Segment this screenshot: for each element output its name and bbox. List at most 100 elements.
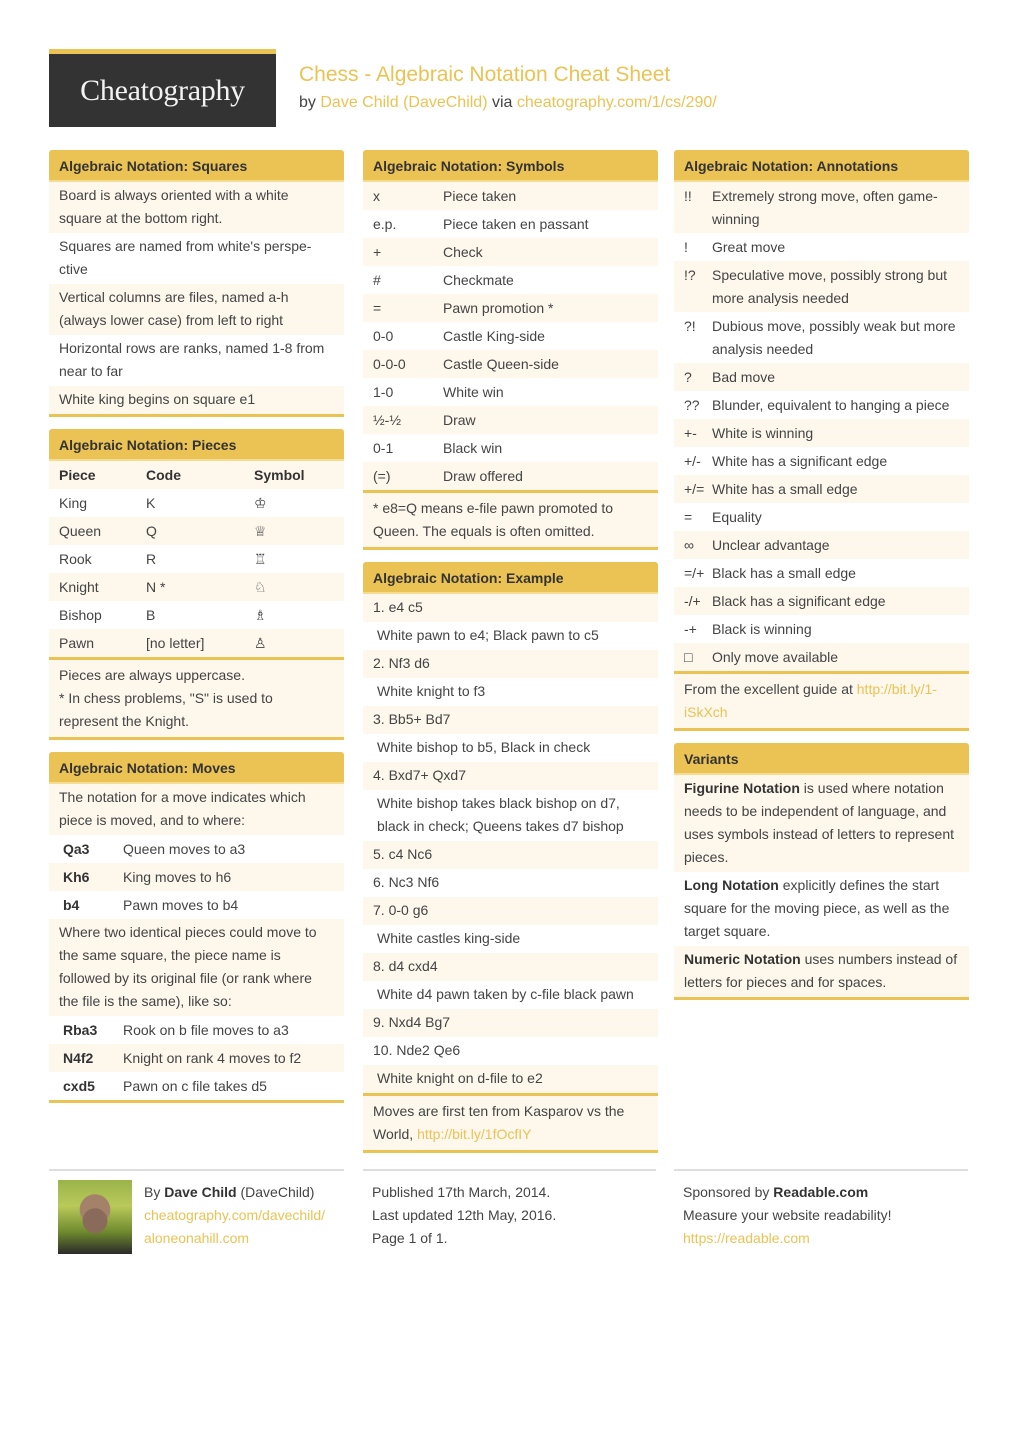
example-desc: White castles king-side — [363, 925, 658, 953]
table-row: ½-½ Draw — [363, 406, 658, 434]
table-row: (=) Draw offered — [363, 462, 658, 490]
move-desc: Queen moves to a3 — [123, 841, 246, 857]
annotation-meaning: Dubious move, possibly weak but more ana… — [712, 318, 956, 357]
annotation-meaning: Equality — [712, 509, 762, 525]
author-profile-link[interactable]: cheatography.com/davechild/ — [144, 1204, 325, 1227]
symbol-meaning: Draw — [443, 412, 476, 428]
table-row: King K ♔ — [49, 489, 344, 517]
table-row: x Piece taken — [363, 182, 658, 210]
piece-code: N * — [146, 579, 166, 595]
pieces-note: Pieces are always uppercase. * In chess … — [49, 657, 344, 737]
example-desc: White knight to f3 — [363, 678, 658, 706]
piece-code: Q — [146, 523, 157, 539]
symbol-meaning: Piece taken — [443, 188, 517, 204]
table-row: e.p. Piece taken en passant — [363, 210, 658, 238]
symbol-meaning: Pawn promotion * — [443, 300, 554, 316]
table-header: Piece Code Symbol — [49, 461, 344, 489]
table-row: □ Only move available — [674, 643, 969, 671]
example-move: 4. Bxd7+ Qxd7 — [363, 762, 658, 790]
annotation-symbol: +- — [684, 425, 697, 441]
square-icon: □ — [684, 649, 693, 665]
annotation-symbol: ?! — [684, 318, 696, 334]
move-code: Qa3 — [63, 841, 90, 857]
example-desc: White bishop to b5, Black in check — [363, 734, 658, 762]
kasparov-link[interactable]: http://bit.ly/1fOcfIY — [417, 1126, 531, 1142]
table-row: N4f2 Knight on rank 4 moves to f2 — [49, 1044, 344, 1072]
rook-icon: ♖ — [254, 551, 267, 567]
table-row: 1-0 White win — [363, 378, 658, 406]
annotation-symbol: =/+ — [684, 565, 705, 581]
moves-middle: Where two identical pieces could move to… — [49, 919, 344, 1016]
annotation-meaning: Unclear advantage — [712, 537, 830, 553]
piece-name: King — [59, 495, 88, 511]
annotations-section: Algebraic Notation: Annotations !! Extrem… — [674, 150, 969, 731]
table-row: 0-1 Black win — [363, 434, 658, 462]
infinity-icon: ∞ — [684, 537, 694, 553]
sheet-url-link[interactable]: cheatography.com/1/cs/290/ — [517, 94, 717, 111]
symbol-meaning: Castle King-side — [443, 328, 545, 344]
piece-name: Queen — [59, 523, 102, 539]
symbol: 1-0 — [373, 384, 394, 400]
table-row: Rba3 Rook on b file moves to a3 — [49, 1016, 344, 1044]
section-title: Variants — [674, 743, 969, 775]
annotation-symbol: +/- — [684, 453, 701, 469]
sponsor-link[interactable]: https://readable.com — [683, 1227, 892, 1250]
sponsor-name: Readable.com — [773, 1184, 869, 1200]
piece-name: Knight — [59, 579, 99, 595]
symbol: + — [373, 244, 382, 260]
list-item: Long Notation explicitly defines the sta… — [674, 872, 969, 946]
by-label: by — [299, 94, 316, 111]
move-code: cxd5 — [63, 1078, 95, 1094]
footer-author: By Dave Child (DaveChild) cheatography.c… — [144, 1181, 325, 1250]
table-row: 0-0 Castle King-side — [363, 322, 658, 350]
symbol-meaning: Piece taken en passant — [443, 216, 589, 232]
author-link[interactable]: Dave Child (DaveChild) — [320, 94, 487, 111]
author-avatar — [58, 1180, 132, 1254]
symbol: # — [373, 272, 381, 288]
move-code: N4f2 — [63, 1050, 94, 1066]
table-row: Kh6 King moves to h6 — [49, 863, 344, 891]
updated-date: Last updated 12th May, 2016. — [372, 1207, 557, 1223]
footer-divider — [674, 1169, 968, 1171]
table-row: cxd5 Pawn on c file takes d5 — [49, 1072, 344, 1100]
symbols-note: * e8=Q means e-file pawn promoted to Que… — [363, 490, 658, 547]
section-title: Algebraic Notation: Annotations — [674, 150, 969, 182]
annotation-meaning: Extremely strong move, often game-winnin… — [712, 188, 938, 227]
author-line: By Dave Child (DaveChild) — [144, 1181, 325, 1204]
symbol-meaning: Castle Queen-side — [443, 356, 559, 372]
published-date: Published 17th March, 2014. — [372, 1184, 551, 1200]
move-code: Rba3 — [63, 1022, 98, 1038]
author-website-link[interactable]: aloneonahill.com — [144, 1227, 325, 1250]
annotation-symbol: = — [684, 509, 693, 525]
table-row: ∞ Unclear advantage — [674, 531, 969, 559]
section-title: Algebraic Notation: Symbols — [363, 150, 658, 182]
example-desc: White pawn to e4; Black pawn to c5 — [363, 622, 658, 650]
piece-code: B — [146, 607, 156, 623]
example-move: 9. Nxd4 Bg7 — [363, 1009, 658, 1037]
example-desc: White d4 pawn taken by c-file black pawn — [363, 981, 658, 1009]
variant-name: Figurine Notation — [684, 780, 800, 796]
example-desc: White knight on d-file to e2 — [363, 1065, 658, 1093]
list-item: Board is always oriented with a white sq… — [49, 182, 344, 233]
annotation-symbol: -/+ — [684, 593, 701, 609]
cheatography-logo[interactable]: Cheatography — [49, 49, 276, 127]
annotation-meaning: Bad move — [712, 369, 776, 385]
symbol: ½-½ — [373, 412, 402, 428]
table-row: = Pawn promotion * — [363, 294, 658, 322]
footer-meta: Published 17th March, 2014. Last updated… — [372, 1181, 556, 1250]
symbol: e.p. — [373, 216, 397, 232]
section-title: Algebraic Notation: Moves — [49, 752, 344, 784]
annotation-symbol: !? — [684, 267, 696, 283]
annotation-symbol: +/= — [684, 481, 705, 497]
column-header: Piece — [59, 467, 96, 483]
move-code: b4 — [63, 897, 80, 913]
sponsor-line: Sponsored by Readable.com — [683, 1181, 892, 1204]
logo-text: Cheatography — [80, 73, 245, 107]
example-move: 10. Nde2 Qe6 — [363, 1037, 658, 1065]
variants-section: Variants Figurine Notation is used where… — [674, 743, 969, 1000]
table-row: !? Speculative move, possibly strong but … — [674, 261, 969, 312]
piece-code: K — [146, 495, 156, 511]
annotation-symbol: -+ — [684, 621, 697, 637]
sponsor-tagline: Measure your website readability! — [683, 1207, 892, 1223]
example-desc: White bishop takes black bishop on d7, b… — [363, 790, 658, 841]
